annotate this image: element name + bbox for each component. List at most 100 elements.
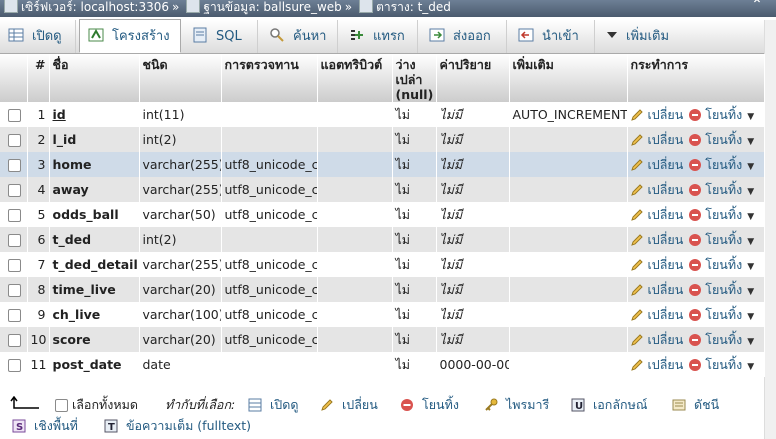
with-selected-label: ทำกับที่เลือก: xyxy=(165,397,236,412)
more-actions-icon[interactable]: ▼ xyxy=(747,287,754,297)
tab-insert[interactable]: แทรก xyxy=(341,20,418,53)
field-name: id xyxy=(49,102,140,127)
tab-more[interactable]: เพิ่มเติม xyxy=(598,20,684,53)
more-actions-icon[interactable]: ▼ xyxy=(747,162,754,172)
field-collation xyxy=(221,352,318,377)
more-actions-icon[interactable]: ▼ xyxy=(747,262,754,272)
tab-browse[interactable]: เปิดดู xyxy=(0,20,76,53)
table-row[interactable]: 8 time_live varchar(20) utf8_unicode_ci ไม่ไ… xyxy=(0,277,765,302)
key-icon xyxy=(484,398,498,412)
row-checkbox[interactable] xyxy=(8,359,21,372)
field-name: t_ded xyxy=(49,227,140,252)
row-checkbox[interactable] xyxy=(8,234,21,247)
row-checkbox[interactable] xyxy=(8,284,21,297)
table-row[interactable]: 5 odds_ball varchar(50) utf8_unicode_ci ไม่ไ… xyxy=(0,202,765,227)
table-row[interactable]: 6 t_ded int(2) ไม่ ไม่มี เปลี่ยน โยนทิ้ง ▼ xyxy=(0,227,765,252)
breadcrumb-table[interactable]: ตาราง: t_ded xyxy=(376,0,451,14)
change-button[interactable]: เปลี่ยน xyxy=(630,232,683,247)
drop-button[interactable]: โยนทิ้ง xyxy=(683,107,742,122)
bulk-change-button[interactable]: เปลี่ยน xyxy=(320,397,378,413)
tab-import[interactable]: นำเข้า xyxy=(510,20,595,53)
bulk-fulltext-button[interactable]: T ข้อความเต็ม (fulltext) xyxy=(104,418,251,434)
change-button[interactable]: เปลี่ยน xyxy=(630,357,683,372)
more-actions-icon[interactable]: ▼ xyxy=(747,237,754,247)
bulk-index-button[interactable]: ดัชนี xyxy=(672,397,719,413)
bulk-primary-button[interactable]: ไพรมารี xyxy=(484,397,549,413)
row-checkbox[interactable] xyxy=(8,134,21,147)
breadcrumb-server[interactable]: เซิร์ฟเวอร์: localhost:3306 xyxy=(21,0,169,14)
change-button[interactable]: เปลี่ยน xyxy=(630,157,683,172)
tab-structure[interactable]: โครงสร้าง xyxy=(79,19,181,53)
tab-sql[interactable]: SQL xyxy=(184,20,258,53)
drop-button[interactable]: โยนทิ้ง xyxy=(683,307,742,322)
row-checkbox[interactable] xyxy=(8,334,21,347)
row-checkbox[interactable] xyxy=(8,159,21,172)
breadcrumb-database[interactable]: ฐานข้อมูล: ballsure_web xyxy=(203,0,341,14)
table-row[interactable]: 10 score varchar(20) utf8_unicode_ci ไม่ ไม่ม… xyxy=(0,327,765,352)
table-row[interactable]: 1 id int(11) ไม่ ไม่มี AUTO_INCREMENT เปลี่ยน โ… xyxy=(0,102,765,127)
table-row[interactable]: 2 l_id int(2) ไม่ ไม่มี เปลี่ยน โยนทิ้ง ▼ xyxy=(0,127,765,152)
change-button[interactable]: เปลี่ยน xyxy=(630,107,683,122)
drop-button[interactable]: โยนทิ้ง xyxy=(683,182,742,197)
field-extra xyxy=(509,152,628,177)
row-num: 2 xyxy=(27,127,50,152)
table-row[interactable]: 7 t_ded_detail varchar(255) utf8_unicode_ci… xyxy=(0,252,765,277)
more-actions-icon[interactable]: ▼ xyxy=(747,312,754,322)
header-name[interactable]: ชื่อ xyxy=(49,54,140,102)
tab-export[interactable]: ส่งออก xyxy=(421,20,507,53)
more-actions-icon[interactable]: ▼ xyxy=(747,137,754,147)
table-row[interactable]: 3 home varchar(255) utf8_unicode_ci ไม่ ไม่มี… xyxy=(0,152,765,177)
vertical-scrollbar[interactable] xyxy=(764,20,776,439)
change-button[interactable]: เปลี่ยน xyxy=(630,257,683,272)
bulk-spatial-button[interactable]: S เชิงพื้นที่ xyxy=(12,418,78,434)
row-checkbox[interactable] xyxy=(8,309,21,322)
row-checkbox[interactable] xyxy=(8,109,21,122)
drop-button[interactable]: โยนทิ้ง xyxy=(683,257,742,272)
field-default: ไม่มี xyxy=(436,252,510,277)
change-button[interactable]: เปลี่ยน xyxy=(630,207,683,222)
change-button[interactable]: เปลี่ยน xyxy=(630,307,683,322)
table-row[interactable]: 11 post_date date ไม่ 0000-00-00 เปลี่ยน โยนทิ… xyxy=(0,352,765,377)
check-all-checkbox[interactable] xyxy=(55,399,68,412)
pencil-icon xyxy=(630,308,644,322)
more-actions-icon[interactable]: ▼ xyxy=(747,362,754,372)
more-actions-icon[interactable]: ▼ xyxy=(747,112,754,122)
check-all[interactable]: เลือกทั้งหมด xyxy=(55,397,138,413)
row-actions: เปลี่ยน โยนทิ้ง ▼ xyxy=(627,177,765,202)
drop-button[interactable]: โยนทิ้ง xyxy=(683,232,742,247)
row-num: 9 xyxy=(27,302,50,327)
bulk-browse-button[interactable]: เปิดดู xyxy=(248,397,298,413)
table-row[interactable]: 4 away varchar(255) utf8_unicode_ci ไม่ ไม่มี… xyxy=(0,177,765,202)
drop-button[interactable]: โยนทิ้ง xyxy=(683,332,742,347)
row-num: 10 xyxy=(27,327,50,352)
bulk-drop-button[interactable]: โยนทิ้ง xyxy=(400,397,459,413)
pencil-icon xyxy=(630,333,644,347)
row-checkbox[interactable] xyxy=(8,184,21,197)
more-actions-icon[interactable]: ▼ xyxy=(747,212,754,222)
field-type: int(2) xyxy=(139,227,222,252)
row-checkbox[interactable] xyxy=(8,259,21,272)
drop-button[interactable]: โยนทิ้ง xyxy=(683,282,742,297)
change-button[interactable]: เปลี่ยน xyxy=(630,132,683,147)
header-num: # xyxy=(27,54,50,102)
check-all-label[interactable]: เลือกทั้งหมด xyxy=(72,397,138,412)
pencil-icon xyxy=(630,183,644,197)
tab-search[interactable]: ค้นหา xyxy=(261,20,338,53)
row-checkbox[interactable] xyxy=(8,209,21,222)
field-attributes xyxy=(317,152,393,177)
drop-button[interactable]: โยนทิ้ง xyxy=(683,132,742,147)
bulk-unique-button[interactable]: U เอกลักษณ์ xyxy=(571,397,647,413)
change-button[interactable]: เปลี่ยน xyxy=(630,332,683,347)
change-button[interactable]: เปลี่ยน xyxy=(630,282,683,297)
delete-icon xyxy=(689,308,702,321)
collapse-icon[interactable]: ⌃ xyxy=(746,0,768,14)
table-row[interactable]: 9 ch_live varchar(100) utf8_unicode_ci ไม่ ไม… xyxy=(0,302,765,327)
drop-button[interactable]: โยนทิ้ง xyxy=(683,157,742,172)
more-actions-icon[interactable]: ▼ xyxy=(747,187,754,197)
change-button[interactable]: เปลี่ยน xyxy=(630,182,683,197)
drop-button[interactable]: โยนทิ้ง xyxy=(683,207,742,222)
tab-label: เพิ่มเติม xyxy=(626,29,670,44)
drop-label: โยนทิ้ง xyxy=(705,256,743,272)
drop-button[interactable]: โยนทิ้ง xyxy=(683,357,742,372)
more-actions-icon[interactable]: ▼ xyxy=(747,337,754,347)
